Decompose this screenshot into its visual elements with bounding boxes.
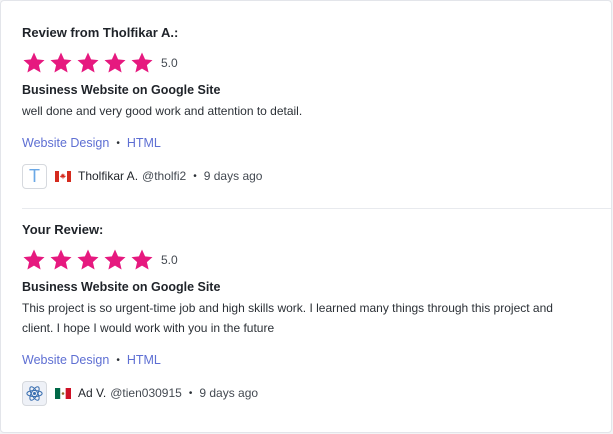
reviews-card: Review from Tholfikar A.: 5.0 Business W… [0, 0, 612, 433]
author-name[interactable]: Ad V. [78, 386, 106, 400]
review-comment: well done and very good work and attenti… [22, 104, 303, 118]
star-icon [76, 51, 100, 75]
project-title: Business Website on Google Site [22, 83, 221, 97]
skill-tags: Website Design • HTML [22, 352, 611, 368]
review-item: Your Review: 5.0 Business Website on Goo… [22, 222, 611, 406]
skill-link-website-design[interactable]: Website Design [22, 136, 109, 150]
star-icon [130, 51, 154, 75]
star-icon [22, 248, 46, 272]
author-row: Ad V. @tien030915 • 9 days ago [22, 380, 611, 406]
author-handle: @tien030915 [110, 386, 182, 400]
review-comment: This project is so urgent-time job and h… [22, 301, 553, 335]
separator-dot: • [116, 137, 120, 149]
rating-value: 5.0 [161, 56, 178, 70]
skill-link-html[interactable]: HTML [127, 136, 161, 150]
author-row: T Tholfikar A. @tholfi2 • 9 days ago [22, 163, 611, 189]
divider [22, 208, 611, 209]
review-item: Review from Tholfikar A.: 5.0 Business W… [22, 25, 611, 189]
separator-dot: • [193, 170, 197, 182]
star-icon [22, 51, 46, 75]
mexico-flag-icon [55, 387, 71, 399]
posted-time: 9 days ago [199, 386, 259, 400]
separator-dot: • [188, 387, 193, 399]
star-icon [103, 51, 127, 75]
star-icon [130, 248, 154, 272]
skill-tags: Website Design • HTML [22, 135, 611, 151]
rating-row: 5.0 [22, 248, 611, 272]
star-icon [103, 248, 127, 272]
rating-value: 5.0 [161, 253, 178, 267]
star-icon [49, 248, 73, 272]
author-handle: @tholfi2 [142, 169, 187, 183]
skill-link-website-design[interactable]: Website Design [22, 353, 109, 367]
project-title: Business Website on Google Site [22, 280, 221, 294]
review-heading: Your Review: [22, 222, 104, 237]
author-name[interactable]: Tholfikar A. [78, 169, 138, 183]
atom-icon[interactable] [22, 380, 47, 406]
rating-row: 5.0 [22, 51, 611, 75]
separator-dot: • [116, 354, 120, 366]
avatar[interactable]: T [22, 163, 47, 189]
posted-time: 9 days ago [203, 169, 263, 183]
review-heading: Review from Tholfikar A.: [22, 25, 179, 40]
skill-link-html[interactable]: HTML [127, 353, 161, 367]
star-icon [49, 51, 73, 75]
canada-flag-icon [55, 170, 71, 182]
star-icon [76, 248, 100, 272]
